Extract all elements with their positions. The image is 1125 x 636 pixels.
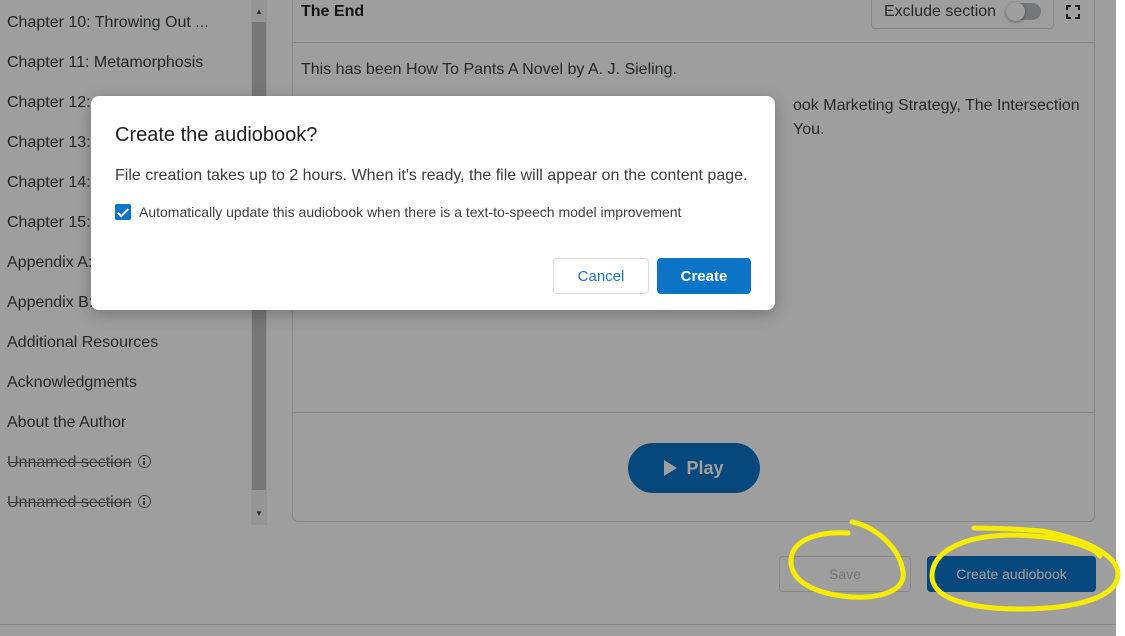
create-button[interactable]: Create	[657, 258, 751, 294]
dialog-message: File creation takes up to 2 hours. When …	[115, 167, 748, 184]
auto-update-checkbox-label[interactable]: Automatically update this audiobook when…	[139, 202, 681, 222]
cancel-button-label: Cancel	[577, 267, 625, 285]
cancel-button[interactable]: Cancel	[553, 258, 649, 294]
page-edge	[1116, 0, 1125, 636]
dialog-title: Create the audiobook?	[115, 124, 318, 146]
create-audiobook-dialog: Create the audiobook? File creation take…	[91, 96, 775, 310]
create-button-label: Create	[680, 267, 728, 285]
auto-update-checkbox[interactable]	[115, 204, 131, 220]
